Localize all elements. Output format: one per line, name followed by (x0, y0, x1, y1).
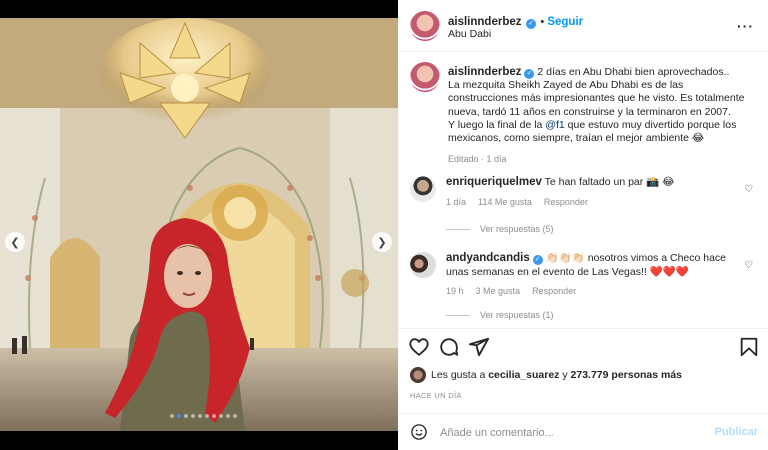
comment-item: enriqueriquelmev Te han faltado un par 📸… (410, 176, 760, 236)
comment-reply-button[interactable]: Responder (544, 196, 588, 210)
commenter-avatar[interactable] (410, 176, 436, 202)
comment-heart-icon[interactable]: ♡ (744, 260, 754, 271)
comment-heart-icon[interactable]: ♡ (744, 184, 754, 195)
carousel-dot (219, 414, 223, 418)
likes-summary: Les gusta a cecilia_suarez y 273.779 per… (410, 367, 682, 383)
carousel-dot (170, 414, 174, 418)
likes-middle: y (559, 369, 571, 381)
add-comment-bar: Publicar (398, 413, 768, 450)
comment-input[interactable] (440, 424, 710, 442)
carousel-dot (198, 414, 202, 418)
mosque-scene (0, 18, 398, 431)
chevron-right-icon: ❯ (377, 236, 387, 249)
post-photo[interactable]: ❮ ❯ (0, 18, 398, 431)
carousel-dot (184, 414, 188, 418)
publish-button[interactable]: Publicar (715, 426, 758, 438)
comment-text: Te han faltado un par 📸 😂 (544, 176, 675, 188)
likes-prefix: Les gusta a (431, 369, 489, 381)
caption-line-3a: Y luego la final de la (448, 118, 546, 131)
post-location[interactable]: Abu Dabi (448, 28, 491, 40)
author-avatar[interactable] (410, 11, 440, 41)
post-panel: aislinnderbez ✓ • Seguir Abu Dabi ··· ai… (398, 0, 768, 450)
verified-icon: ✓ (525, 19, 536, 29)
comment-age: 1 día (446, 196, 467, 207)
caption-meta: Editado · 1 día (448, 154, 507, 165)
follow-button[interactable]: Seguir (547, 16, 583, 28)
f1-mention-link[interactable]: @f1 (545, 119, 564, 131)
comment-icon[interactable] (438, 336, 460, 358)
more-options-icon[interactable]: ··· (737, 18, 754, 34)
comment-likes[interactable]: 3 Me gusta (476, 285, 521, 299)
comment-username[interactable]: andyandcandis (446, 252, 530, 264)
comment-meta: 19 h 3 Me gusta Responder (446, 285, 736, 299)
comment-meta: 1 día 114 Me gusta Responder (446, 196, 736, 210)
caption-line-1: 2 días en Abu Dhabi bien aprovechados.. (537, 66, 730, 78)
caption-line-2: La mezquita Sheikh Zayed de Abu Dhabi es… (448, 79, 745, 118)
likes-count[interactable]: 273.779 personas más (571, 369, 683, 381)
carousel-dot (212, 414, 216, 418)
carousel-dot (233, 414, 237, 418)
comment-body: enriqueriquelmev Te han faltado un par 📸… (446, 176, 736, 209)
liker-username[interactable]: cecilia_suarez (488, 369, 559, 381)
carousel-dot-active (177, 414, 181, 418)
comment-reply-button[interactable]: Responder (532, 285, 576, 299)
comment-item: andyandcandis ✓ 👏🏻👏🏻👏🏻 nosotros vimos a … (410, 252, 760, 324)
carousel-prev-button[interactable]: ❮ (5, 232, 25, 252)
bookmark-icon[interactable] (738, 336, 760, 358)
share-icon[interactable] (468, 336, 490, 358)
caption-author-avatar[interactable] (410, 62, 440, 92)
caption-username[interactable]: aislinnderbez (448, 66, 522, 78)
emoji-icon[interactable] (410, 423, 428, 441)
verified-icon: ✓ (524, 69, 535, 79)
comment-age: 19 h (446, 286, 464, 296)
comment-username[interactable]: enriqueriquelmev (446, 176, 542, 188)
photo-pane: ❮ ❯ (0, 0, 398, 450)
post-timestamp: HACE UN DÍA (410, 391, 462, 400)
carousel-next-button[interactable]: ❯ (372, 232, 392, 252)
comment-body: andyandcandis ✓ 👏🏻👏🏻👏🏻 nosotros vimos a … (446, 252, 736, 299)
view-replies-button[interactable]: Ver respuestas (1) (446, 310, 554, 320)
liker-avatar[interactable] (410, 367, 426, 383)
post-caption: aislinnderbez ✓ 2 días en Abu Dhabi bien… (448, 66, 748, 166)
commenter-avatar[interactable] (410, 252, 436, 278)
comment-likes[interactable]: 114 Me gusta (478, 196, 532, 210)
post-header: aislinnderbez ✓ • Seguir Abu Dabi ··· (398, 0, 768, 52)
view-replies-button[interactable]: Ver respuestas (5) (446, 224, 554, 234)
carousel-dot (191, 414, 195, 418)
chevron-left-icon: ❮ (10, 236, 20, 249)
author-username[interactable]: aislinnderbez (448, 16, 522, 28)
carousel-indicator (170, 414, 237, 418)
verified-icon: ✓ (532, 255, 543, 265)
carousel-dot (226, 414, 230, 418)
heart-icon[interactable] (408, 336, 430, 358)
carousel-dot (205, 414, 209, 418)
